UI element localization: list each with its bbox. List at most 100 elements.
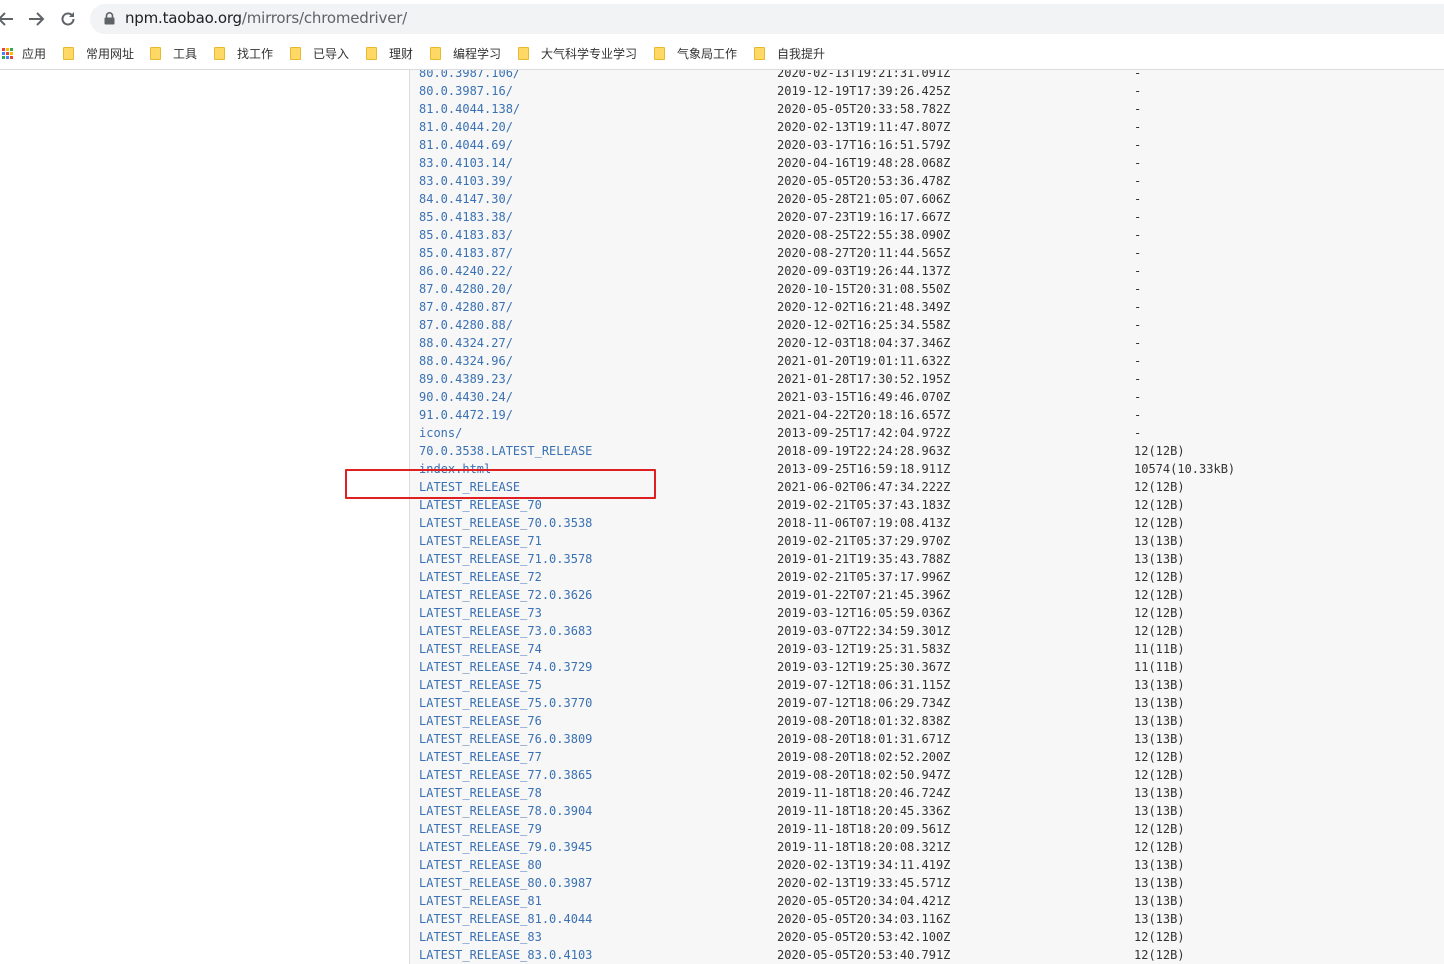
bookmark-item[interactable]: 自我提升: [754, 43, 825, 63]
entry-link[interactable]: LATEST_RELEASE_79: [419, 820, 542, 838]
entry-date: 2020-05-05T20:33:58.782Z: [777, 102, 951, 116]
entry-link[interactable]: LATEST_RELEASE_74.0.3729: [419, 658, 592, 676]
bookmark-label: 常用网址: [86, 46, 135, 61]
back-arrow-icon[interactable]: [0, 9, 16, 29]
entry-link[interactable]: 87.0.4280.87/: [419, 298, 513, 316]
entry-size: 13(13B): [1134, 894, 1185, 908]
entry-link[interactable]: LATEST_RELEASE_83: [419, 928, 542, 946]
entry-size: 10574(10.33kB): [1134, 462, 1236, 476]
entry-date: 2019-03-12T19:25:30.367Z: [777, 660, 951, 674]
entry-link[interactable]: LATEST_RELEASE_75.0.3770: [419, 694, 592, 712]
entry-date: 2020-03-17T16:16:51.579Z: [777, 138, 951, 152]
entry-size: -: [1134, 102, 1142, 116]
entry-link[interactable]: 85.0.4183.38/: [419, 208, 513, 226]
bookmark-item[interactable]: 工具: [150, 43, 197, 63]
bookmark-item[interactable]: 理财: [366, 43, 413, 63]
entry-size: -: [1134, 84, 1142, 98]
entry-link[interactable]: 80.0.3987.16/: [419, 82, 513, 100]
entry-link[interactable]: LATEST_RELEASE_72.0.3626: [419, 586, 592, 604]
entry-link[interactable]: LATEST_RELEASE_83.0.4103: [419, 946, 592, 964]
entry-link[interactable]: 85.0.4183.83/: [419, 226, 513, 244]
entry-size: -: [1134, 174, 1142, 188]
entry-date: 2020-05-05T20:53:42.100Z: [777, 930, 951, 944]
entry-date: 2019-11-18T18:20:09.561Z: [777, 822, 951, 836]
entry-link[interactable]: 85.0.4183.87/: [419, 244, 513, 262]
entry-link[interactable]: LATEST_RELEASE_72: [419, 568, 542, 586]
entry-link[interactable]: LATEST_RELEASE_78: [419, 784, 542, 802]
entry-link[interactable]: 81.0.4044.20/: [419, 118, 513, 136]
entry-link[interactable]: LATEST_RELEASE_81: [419, 892, 542, 910]
entry-size: -: [1134, 282, 1142, 296]
entry-link[interactable]: LATEST_RELEASE_80: [419, 856, 542, 874]
entry-link[interactable]: 86.0.4240.22/: [419, 262, 513, 280]
entry-link[interactable]: 83.0.4103.39/: [419, 172, 513, 190]
entry-date: 2020-02-13T19:33:45.571Z: [777, 876, 951, 890]
entry-link[interactable]: LATEST_RELEASE_76.0.3809: [419, 730, 592, 748]
entry-link[interactable]: LATEST_RELEASE_80.0.3987: [419, 874, 592, 892]
entry-date: 2019-03-12T16:05:59.036Z: [777, 606, 951, 620]
entry-link[interactable]: icons/: [419, 424, 462, 442]
entry-link[interactable]: LATEST_RELEASE_77: [419, 748, 542, 766]
folder-icon: [214, 46, 225, 60]
entry-size: 13(13B): [1134, 696, 1185, 710]
browser-toolbar: npm.taobao.org/mirrors/chromedriver/: [0, 0, 1444, 38]
entry-link[interactable]: LATEST_RELEASE_74: [419, 640, 542, 658]
directory-listing: 80.0.3987.106/2020-02-13T19:21:31.091Z - 8…: [0, 70, 1444, 964]
entry-link[interactable]: 91.0.4472.19/: [419, 406, 513, 424]
entry-link[interactable]: 90.0.4430.24/: [419, 388, 513, 406]
entry-link[interactable]: 83.0.4103.14/: [419, 154, 513, 172]
bookmark-item[interactable]: 已导入: [290, 43, 349, 63]
bookmark-item[interactable]: 大气科学专业学习: [518, 43, 637, 63]
url-text: npm.taobao.org/mirrors/chromedriver/: [125, 9, 407, 27]
entry-date: 2019-03-12T19:25:31.583Z: [777, 642, 951, 656]
bookmark-item[interactable]: 气象局工作: [654, 43, 737, 63]
entry-link[interactable]: LATEST_RELEASE_76: [419, 712, 542, 730]
reload-icon[interactable]: [58, 9, 78, 29]
entry-date: 2018-11-06T07:19:08.413Z: [777, 516, 951, 530]
bookmark-label: 找工作: [237, 46, 274, 61]
bookmark-item[interactable]: 常用网址: [63, 43, 134, 63]
entry-size: 12(12B): [1134, 750, 1185, 764]
address-bar[interactable]: npm.taobao.org/mirrors/chromedriver/: [90, 4, 1444, 34]
entry-size: 13(13B): [1134, 534, 1185, 548]
entry-link[interactable]: 87.0.4280.88/: [419, 316, 513, 334]
entry-link[interactable]: LATEST_RELEASE_78.0.3904: [419, 802, 592, 820]
url-path: /mirrors/chromedriver/: [241, 9, 408, 27]
entry-link[interactable]: LATEST_RELEASE_75: [419, 676, 542, 694]
entry-date: 2021-01-20T19:01:11.632Z: [777, 354, 951, 368]
entry-link[interactable]: 80.0.3987.106/: [419, 70, 520, 82]
entry-link[interactable]: LATEST_RELEASE_70.0.3538: [419, 514, 592, 532]
entry-link[interactable]: 89.0.4389.23/: [419, 370, 513, 388]
entry-link[interactable]: LATEST_RELEASE_79.0.3945: [419, 838, 592, 856]
entry-size: 13(13B): [1134, 678, 1185, 692]
entry-date: 2020-10-15T20:31:08.550Z: [777, 282, 951, 296]
entry-size: -: [1134, 318, 1142, 332]
entry-link[interactable]: 81.0.4044.69/: [419, 136, 513, 154]
entry-link[interactable]: LATEST_RELEASE_71: [419, 532, 542, 550]
entry-size: -: [1134, 264, 1142, 278]
entry-date: 2020-02-13T19:34:11.419Z: [777, 858, 951, 872]
entry-link[interactable]: 87.0.4280.20/: [419, 280, 513, 298]
entry-link[interactable]: 70.0.3538.LATEST_RELEASE: [419, 442, 592, 460]
entry-link[interactable]: 84.0.4147.30/: [419, 190, 513, 208]
entry-link[interactable]: LATEST_RELEASE_77.0.3865: [419, 766, 592, 784]
entry-link[interactable]: LATEST_RELEASE_73: [419, 604, 542, 622]
entry-link[interactable]: LATEST_RELEASE_71.0.3578: [419, 550, 592, 568]
entry-link[interactable]: 88.0.4324.27/: [419, 334, 513, 352]
entry-size: 12(12B): [1134, 498, 1185, 512]
entry-size: -: [1134, 246, 1142, 260]
bookmark-item[interactable]: 编程学习: [430, 43, 501, 63]
entry-size: 12(12B): [1134, 768, 1185, 782]
bookmark-item[interactable]: 找工作: [214, 43, 273, 63]
entry-link[interactable]: LATEST_RELEASE_73.0.3683: [419, 622, 592, 640]
entry-link[interactable]: 81.0.4044.138/: [419, 100, 520, 118]
entry-link[interactable]: 88.0.4324.96/: [419, 352, 513, 370]
bookmark-label: 大气科学专业学习: [541, 46, 638, 61]
entry-date: 2020-12-02T16:25:34.558Z: [777, 318, 951, 332]
entry-date: 2019-11-18T18:20:46.724Z: [777, 786, 951, 800]
bookmark-item[interactable]: 应用: [2, 43, 46, 63]
entry-size: -: [1134, 228, 1142, 242]
entry-size: -: [1134, 354, 1142, 368]
entry-link[interactable]: LATEST_RELEASE_81.0.4044: [419, 910, 592, 928]
forward-arrow-icon[interactable]: [26, 9, 46, 29]
